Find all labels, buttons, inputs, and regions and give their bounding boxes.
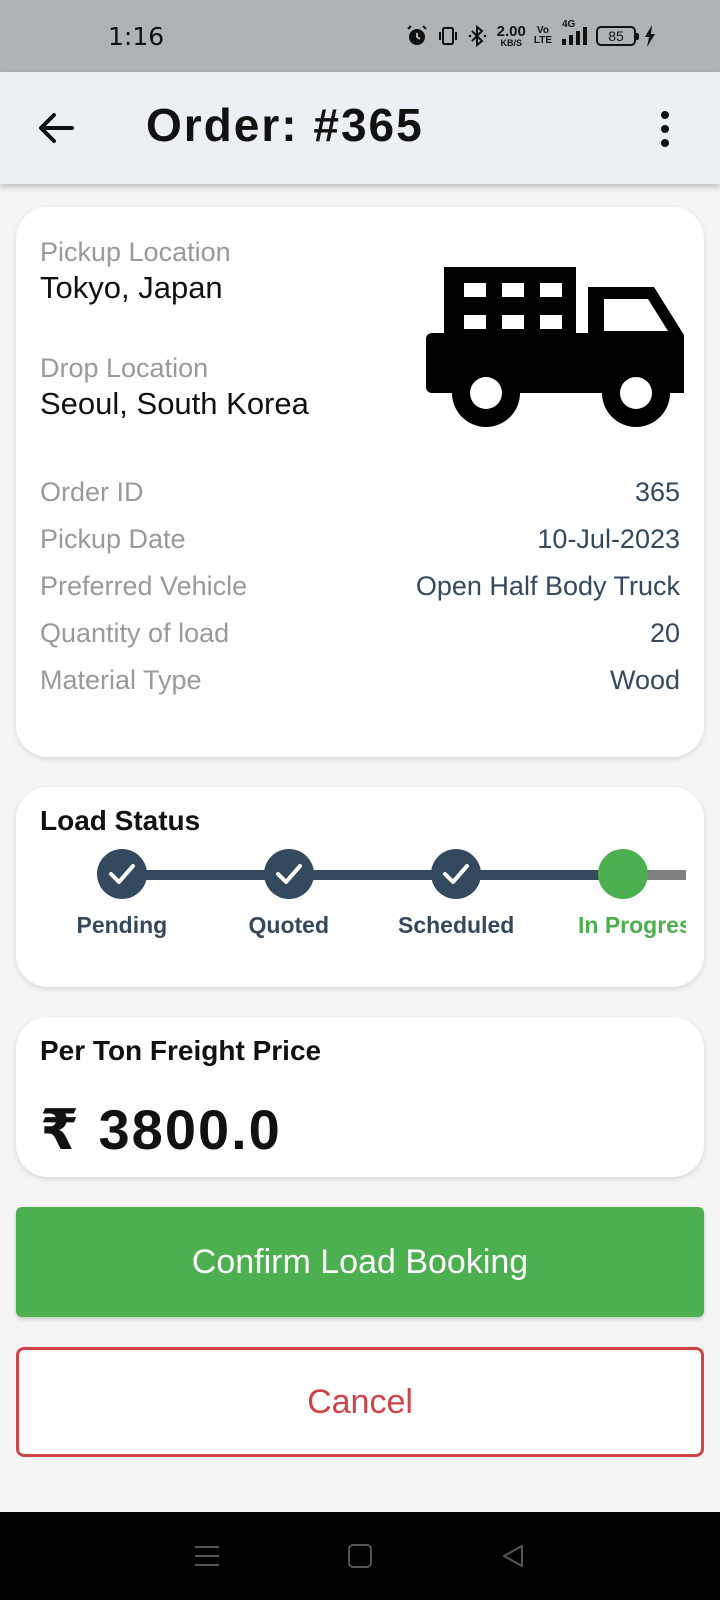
arrow-left-icon <box>39 113 74 143</box>
charging-icon <box>644 25 656 47</box>
detail-row: Material Type Wood <box>40 665 680 696</box>
alarm-icon <box>405 24 429 48</box>
detail-row: Pickup Date 10-Jul-2023 <box>40 524 680 555</box>
detail-value: 20 <box>649 618 680 648</box>
more-vert-icon <box>661 111 669 119</box>
detail-label: Order ID <box>40 477 144 507</box>
signal-icon: 4G <box>560 19 588 47</box>
step-label: In Progres <box>578 912 686 938</box>
confirm-load-booking-button[interactable]: Confirm Load Booking <box>16 1207 704 1317</box>
detail-value: Open Half Body Truck <box>415 571 680 601</box>
vibrate-icon <box>437 25 459 47</box>
detail-row: Preferred Vehicle Open Half Body Truck <box>40 571 680 602</box>
net-speed: 2.00 KB/S <box>497 24 526 48</box>
step-label: Pending <box>76 912 168 938</box>
check-icon <box>109 864 135 884</box>
volte-bottom: LTE <box>533 35 552 46</box>
more-options-button[interactable] <box>650 104 680 154</box>
detail-row: Quantity of load 20 <box>40 618 680 649</box>
system-nav-bar <box>0 1512 720 1600</box>
page-title: Order: #365 <box>146 99 424 151</box>
step-label: Scheduled <box>398 912 515 938</box>
detail-label: Material Type <box>40 665 202 695</box>
step-quoted[interactable] <box>264 849 314 899</box>
cancel-button[interactable]: Cancel <box>16 1347 704 1457</box>
home-button[interactable] <box>330 1526 390 1586</box>
drop-location-label: Drop Location <box>40 353 209 383</box>
order-details-card: Pickup Location Tokyo, Japan Drop Locati… <box>16 207 704 757</box>
network-type: 4G <box>562 19 576 30</box>
volte-indicator: Vo LTE <box>534 26 552 46</box>
step-label: Quoted <box>248 912 330 938</box>
detail-label: Quantity of load <box>40 618 230 648</box>
detail-value: 365 <box>634 477 680 507</box>
step-in-progres[interactable] <box>598 849 648 899</box>
back-nav-button[interactable] <box>483 1526 543 1586</box>
step-scheduled[interactable] <box>431 849 481 899</box>
detail-value: 10-Jul-2023 <box>537 524 680 554</box>
bluetooth-icon <box>467 24 489 48</box>
square-icon <box>347 1544 372 1568</box>
status-icons: 2.00 KB/S Vo LTE 4G 85 <box>405 19 656 48</box>
drop-location-value: Seoul, South Korea <box>40 386 309 421</box>
app-bar: Order: #365 <box>0 72 720 184</box>
load-status-card: Load Status Pending Quoted Scheduled In Pro… <box>16 787 704 987</box>
truck-icon <box>426 267 684 427</box>
freight-price-value: ₹ 3800.0 <box>40 1098 282 1161</box>
freight-price-title: Per Ton Freight Price <box>40 1035 322 1066</box>
net-speed-unit: KB/S <box>500 38 522 48</box>
check-icon <box>276 864 302 884</box>
recents-button[interactable] <box>177 1526 237 1586</box>
detail-label: Pickup Date <box>40 524 186 554</box>
step-pending[interactable] <box>97 849 147 899</box>
pickup-location-label: Pickup Location <box>40 237 231 267</box>
net-speed-value: 2.00 <box>496 23 526 40</box>
triangle-back-icon <box>503 1545 524 1567</box>
menu-lines-icon <box>194 1546 219 1566</box>
detail-value: Wood <box>609 665 680 695</box>
load-status-stepper: Pending Quoted Scheduled In Progres <box>16 787 704 938</box>
check-icon <box>443 864 469 884</box>
status-bar: 1:16 2.00 KB/S Vo LTE 4G 85 <box>0 0 720 72</box>
pickup-location-value: Tokyo, Japan <box>40 270 223 305</box>
detail-label: Preferred Vehicle <box>40 571 248 601</box>
back-button[interactable] <box>34 106 78 150</box>
detail-row: Order ID 365 <box>40 477 680 508</box>
battery-indicator: 85 <box>596 26 639 46</box>
freight-price-card: Per Ton Freight Price ₹ 3800.0 <box>16 1017 704 1177</box>
status-time: 1:16 <box>108 21 165 51</box>
